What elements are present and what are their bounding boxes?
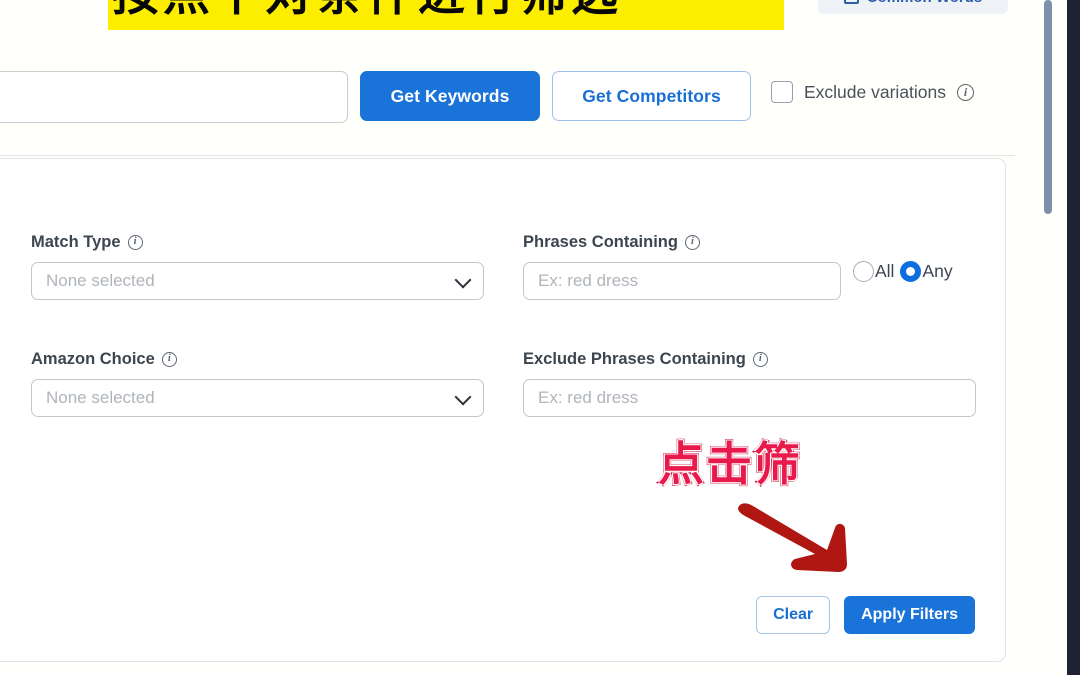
red-annotation-text: 点击筛 xyxy=(657,436,802,493)
vertical-scrollbar-thumb[interactable] xyxy=(1044,0,1052,214)
match-type-select[interactable]: None selected xyxy=(31,262,484,300)
red-arrow-annotation xyxy=(738,503,847,572)
screenshot-canvas: Get Keywords Get Competitors Exclude var… xyxy=(0,0,1080,675)
filter-panel: Match Type i None selected Amazon Choice… xyxy=(0,158,1006,662)
chevron-down-icon-amazon-choice xyxy=(454,388,472,406)
chevron-down-icon-match-type xyxy=(454,271,472,289)
match-type-selected-value: None selected xyxy=(46,271,155,290)
info-icon-phrases-containing[interactable]: i xyxy=(684,235,700,250)
common-words-label: Common Words xyxy=(867,0,983,6)
window-right-edge xyxy=(1067,0,1080,675)
phrases-containing-label-text: Phrases Containing xyxy=(523,233,678,251)
field-phrases-containing: Phrases Containing i All Any xyxy=(523,233,993,300)
top-annotation-text: 按点下对条件进行筛选 xyxy=(112,0,784,25)
field-label-phrases-containing: Phrases Containing i xyxy=(523,233,993,252)
toolbar-divider xyxy=(0,155,1015,156)
exclude-variations-group: Exclude variations i xyxy=(771,81,975,103)
field-label-match-type: Match Type i xyxy=(31,233,484,252)
filter-panel-actions: Clear Apply Filters xyxy=(756,596,975,634)
field-label-amazon-choice: Amazon Choice i xyxy=(31,350,484,369)
vertical-scrollbar-track[interactable] xyxy=(1044,0,1067,675)
match-type-label-text: Match Type xyxy=(31,233,121,251)
exclude-variations-checkbox[interactable] xyxy=(771,81,793,103)
get-keywords-button[interactable]: Get Keywords xyxy=(360,71,540,121)
common-words-button[interactable]: Common Words xyxy=(818,0,1008,14)
info-icon-exclude-variations[interactable]: i xyxy=(957,83,975,101)
clear-filters-button[interactable]: Clear xyxy=(756,596,831,634)
field-label-exclude-phrases-containing: Exclude Phrases Containing i xyxy=(523,350,993,369)
exclude-variations-label: Exclude variations xyxy=(804,81,947,102)
keyword-toolbar: Get Keywords Get Competitors Exclude var… xyxy=(0,71,1040,127)
match-mode-radio-all[interactable] xyxy=(853,261,874,282)
field-match-type: Match Type i None selected xyxy=(31,233,484,300)
apply-filters-button[interactable]: Apply Filters xyxy=(844,596,975,634)
phrases-containing-input[interactable] xyxy=(523,262,841,300)
match-mode-label-any: Any xyxy=(922,261,953,281)
field-amazon-choice: Amazon Choice i None selected xyxy=(31,350,484,417)
field-exclude-phrases-containing: Exclude Phrases Containing i xyxy=(523,350,993,417)
info-icon-amazon-choice[interactable]: i xyxy=(161,352,177,367)
amazon-choice-select[interactable]: None selected xyxy=(31,379,484,417)
amazon-choice-label-text: Amazon Choice xyxy=(31,350,155,368)
get-competitors-button[interactable]: Get Competitors xyxy=(552,71,751,121)
info-icon-exclude-phrases[interactable]: i xyxy=(752,352,768,367)
match-mode-radio-any[interactable] xyxy=(900,261,922,282)
match-mode-label-all: All xyxy=(875,261,895,281)
book-icon xyxy=(843,0,859,4)
keyword-search-input[interactable] xyxy=(0,71,348,123)
app-content-sheet: Get Keywords Get Competitors Exclude var… xyxy=(0,0,1055,675)
exclude-phrases-label-text: Exclude Phrases Containing xyxy=(523,350,746,368)
exclude-phrases-containing-input[interactable] xyxy=(523,379,976,417)
amazon-choice-selected-value: None selected xyxy=(46,388,155,407)
match-mode-radio-group: All Any xyxy=(853,261,953,282)
info-icon-match-type[interactable]: i xyxy=(127,235,143,250)
